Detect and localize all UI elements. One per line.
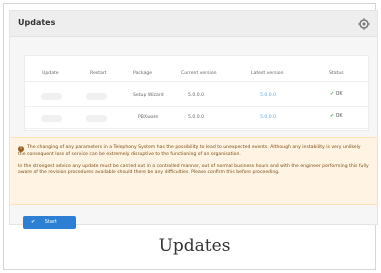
updates-window: Updates Update Restart Package Current v…: [9, 10, 378, 225]
column-status: Status: [329, 71, 344, 76]
restart-checkbox[interactable]: [86, 93, 107, 100]
gear-icon[interactable]: [358, 18, 370, 30]
table-header: Update Restart Package Current version L…: [25, 71, 368, 82]
status-badge: ✔ OK: [330, 114, 342, 119]
table-row: PBXware 5.0.0.0 5.0.0.0 ✔ OK: [25, 108, 368, 129]
screenshot-frame: Updates Update Restart Package Current v…: [3, 3, 378, 270]
package-name: Setup Wizard: [133, 93, 164, 98]
window-title: Updates: [18, 18, 56, 27]
latest-version[interactable]: 5.0.0.0: [260, 93, 276, 98]
update-checkbox[interactable]: [41, 93, 62, 100]
updates-table: Update Restart Package Current version L…: [24, 55, 369, 131]
check-icon: ✔: [31, 219, 36, 225]
column-update: Update: [42, 71, 59, 76]
start-label: Start: [44, 219, 58, 225]
column-current-version: Current version: [181, 71, 217, 76]
current-version: 5.0.0.0: [188, 115, 205, 120]
update-checkbox[interactable]: [41, 115, 62, 122]
window-titlebar: Updates: [10, 11, 377, 37]
package-name: PBXware: [138, 115, 159, 120]
column-latest-version: Latest version: [251, 71, 284, 76]
check-icon: ✔: [330, 114, 335, 119]
start-button[interactable]: ✔ Start: [23, 216, 76, 229]
restart-checkbox[interactable]: [86, 115, 107, 122]
warning-paragraph-1: ! The changing of any parameters in a Tel…: [18, 145, 361, 157]
check-icon: ✔: [330, 92, 335, 97]
status-badge: ✔ OK: [330, 92, 342, 97]
image-caption: Updates: [158, 236, 231, 256]
current-version: 5.0.0.0: [188, 93, 205, 98]
warning-paragraph-2: In the strongest advice any update must …: [18, 164, 369, 176]
latest-version[interactable]: 5.0.0.0: [260, 115, 276, 120]
column-restart: Restart: [90, 71, 107, 76]
status-text: OK: [335, 114, 343, 119]
table-row: Setup Wizard 5.0.0.0 5.0.0.0 ✔ OK: [25, 86, 368, 107]
warning-notice: ! The changing of any parameters in a Tel…: [10, 137, 377, 205]
column-package: Package: [133, 71, 153, 76]
status-text: OK: [335, 92, 343, 97]
